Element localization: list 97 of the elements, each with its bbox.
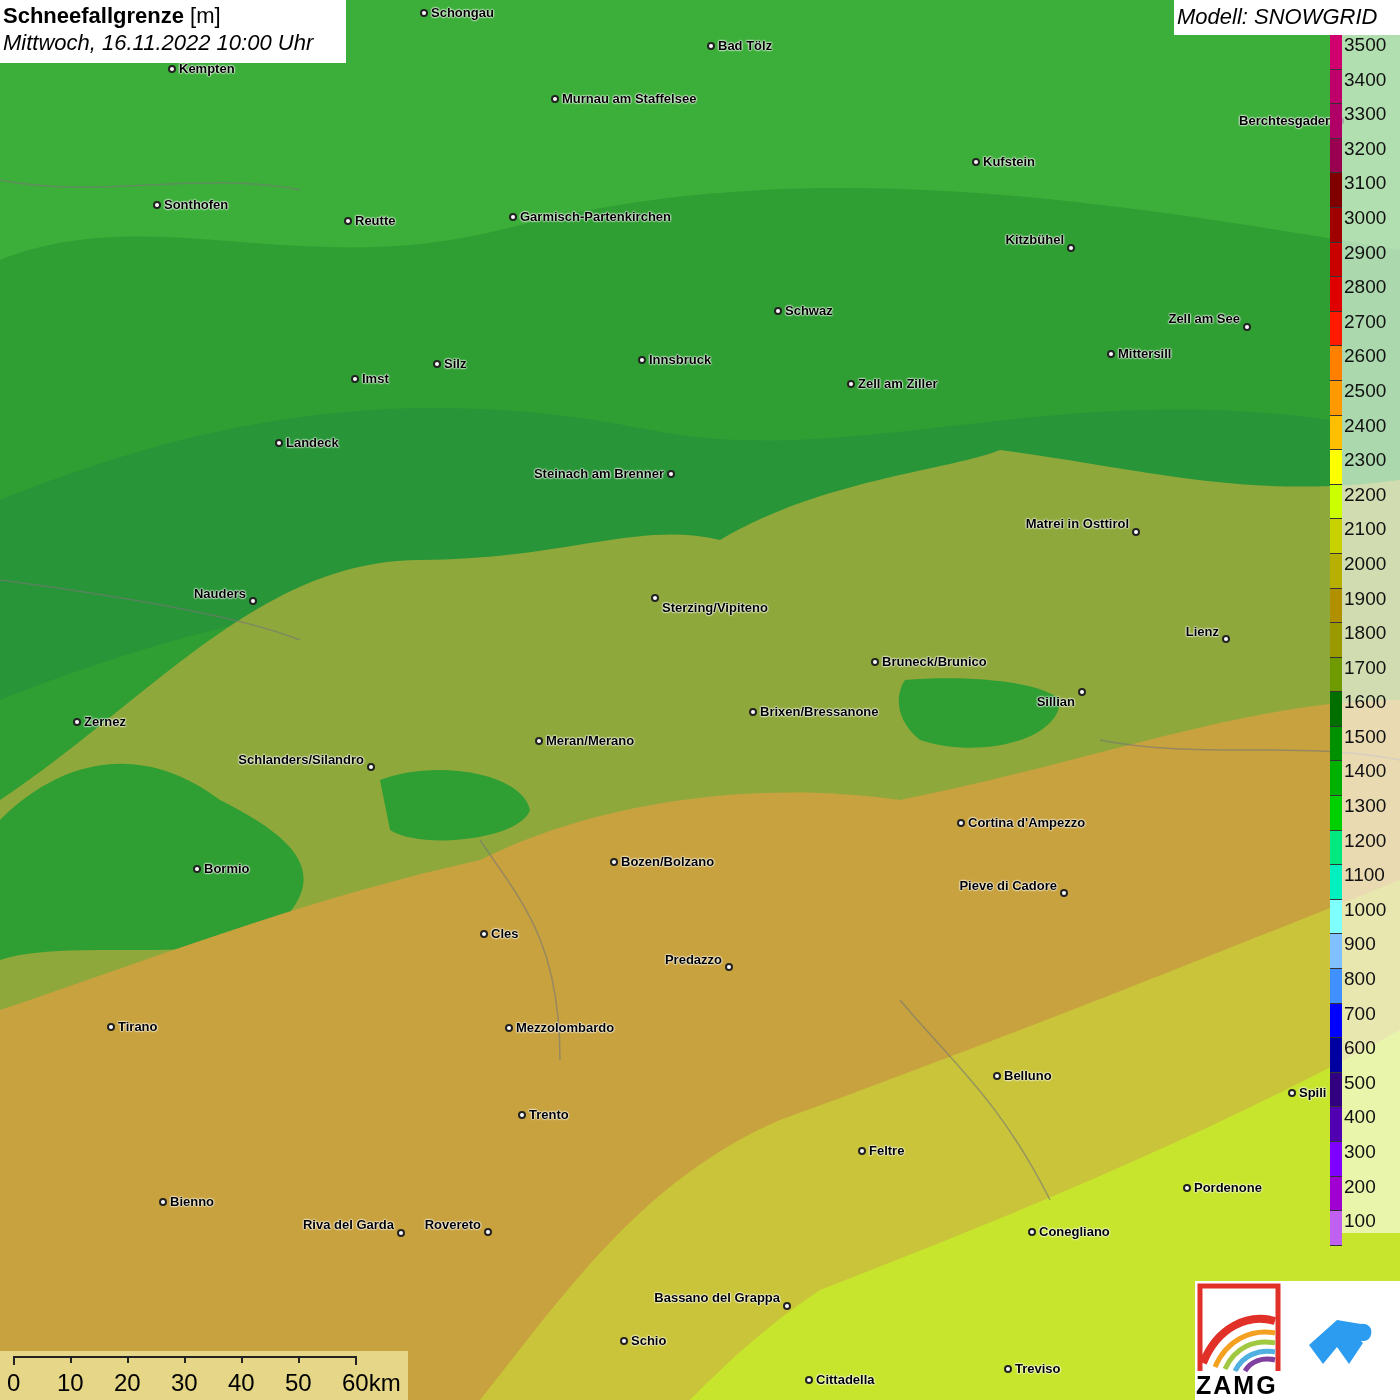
city-label: Garmisch-Partenkirchen xyxy=(520,209,671,224)
legend-label: 900 xyxy=(1344,934,1376,955)
city-label: Bruneck/Brunico xyxy=(882,654,987,669)
logo-text: ZAMG xyxy=(1196,1372,1278,1399)
city-label: Trento xyxy=(529,1107,569,1122)
city-label: Conegliano xyxy=(1039,1224,1110,1239)
city-label: Kufstein xyxy=(983,154,1035,169)
city-label: Riva del Garda xyxy=(302,1217,394,1232)
city-label: Feltre xyxy=(869,1143,905,1158)
legend-label: 3400 xyxy=(1344,69,1387,90)
city-label: Landeck xyxy=(286,435,339,450)
city-label: Cortina d'Ampezzo xyxy=(968,815,1086,830)
legend-label: 2600 xyxy=(1344,346,1387,367)
legend-label: 3300 xyxy=(1344,104,1387,125)
city-label: Lienz xyxy=(1185,624,1219,639)
city-label: Bienno xyxy=(170,1194,215,1209)
map-date: Mittwoch, 16.11.2022 10:00 Uhr xyxy=(3,29,314,57)
legend-label: 700 xyxy=(1344,1003,1376,1024)
city-label: Silz xyxy=(444,356,467,371)
legend-label: 500 xyxy=(1344,1072,1376,1093)
legend-label: 2500 xyxy=(1344,380,1387,401)
city-label: Cittadella xyxy=(816,1372,875,1387)
city-label: Berchtesgaden xyxy=(1239,113,1333,128)
city-label: Meran/Merano xyxy=(546,733,635,748)
legend-label: 2200 xyxy=(1344,484,1387,505)
scale-label: 20 xyxy=(114,1369,141,1397)
legend-label: 300 xyxy=(1344,1142,1376,1162)
legend-label: 2100 xyxy=(1344,519,1387,540)
scale-label: 40 xyxy=(228,1369,255,1397)
city-label: Nauders xyxy=(193,586,246,601)
city-label: Pieve di Cadore xyxy=(959,878,1057,893)
scale-label: 0 xyxy=(7,1369,21,1397)
city-label: Imst xyxy=(362,371,389,386)
scale-label: 30 xyxy=(171,1369,198,1397)
map-title: Schneefallgrenze [m] xyxy=(3,3,221,29)
legend-label: 1100 xyxy=(1344,865,1385,886)
city-label: Bassano del Grappa xyxy=(654,1290,780,1305)
legend-label: 2400 xyxy=(1344,415,1387,436)
city-label: Mezzolombardo xyxy=(516,1020,615,1035)
city-label: Zell am See xyxy=(1168,311,1240,326)
city-label: Bad Tölz xyxy=(718,38,773,53)
legend-label: 1800 xyxy=(1344,623,1387,644)
scale-label: 10 xyxy=(57,1369,84,1397)
city-label: Spili xyxy=(1299,1085,1327,1100)
city-label: Predazzo xyxy=(664,952,722,967)
city-label: Treviso xyxy=(1015,1361,1061,1376)
legend-label: 1600 xyxy=(1344,692,1387,713)
legend-label: 1000 xyxy=(1344,899,1387,920)
city-label: Murnau am Staffelsee xyxy=(562,91,697,106)
city-label: Innsbruck xyxy=(649,352,712,367)
rainbow-logo-icon xyxy=(1197,1283,1281,1373)
legend-label: 600 xyxy=(1344,1038,1376,1059)
city-label: Kempten xyxy=(179,61,235,76)
legend-label: 2900 xyxy=(1344,242,1387,263)
legend-label: 2000 xyxy=(1344,553,1387,574)
city-label: Kitzbühel xyxy=(1005,232,1064,247)
scale-bar-icon xyxy=(13,1356,357,1366)
legend-label: 3500 xyxy=(1344,35,1387,55)
legend-label: 100 xyxy=(1344,1211,1376,1232)
city-label: Reutte xyxy=(355,213,396,228)
scale-label: 50 xyxy=(285,1369,312,1397)
legend-label: 1300 xyxy=(1344,796,1387,817)
city-label: Belluno xyxy=(1004,1068,1052,1083)
city-label: Steinach am Brenner xyxy=(533,466,664,481)
city-label: Mittersill xyxy=(1118,346,1172,361)
city-label: Matrei in Osttirol xyxy=(1025,516,1129,531)
legend-label: 1400 xyxy=(1344,761,1387,782)
city-label: Sterzing/Vipiteno xyxy=(662,600,768,615)
city-label: Cles xyxy=(491,926,519,941)
city-label: Rovereto xyxy=(424,1217,481,1232)
city-label: Zernez xyxy=(84,714,126,729)
city-label: Schio xyxy=(631,1333,667,1348)
city-label: Zell am Ziller xyxy=(858,376,938,391)
city-label: Schwaz xyxy=(785,303,833,318)
legend-label: 3100 xyxy=(1344,173,1387,194)
legend-label: 2300 xyxy=(1344,450,1387,471)
legend-label: 2800 xyxy=(1344,277,1387,298)
scale-label: 60km xyxy=(342,1369,401,1397)
city-label: Tirano xyxy=(118,1019,158,1034)
legend-label: 200 xyxy=(1344,1176,1376,1197)
city-label: Schongau xyxy=(431,5,494,20)
legend-label: 400 xyxy=(1344,1107,1376,1128)
legend-label: 3200 xyxy=(1344,138,1387,159)
legend-label: 1500 xyxy=(1344,726,1387,747)
legend-label: 1700 xyxy=(1344,657,1387,678)
legend-label: 800 xyxy=(1344,969,1376,990)
legend-label: 1200 xyxy=(1344,830,1387,851)
city-label: Bormio xyxy=(204,861,250,876)
legend-label: 3000 xyxy=(1344,207,1387,228)
legend-label: 1900 xyxy=(1344,588,1387,609)
city-label: Brixen/Bressanone xyxy=(760,704,879,719)
legend-label: 2700 xyxy=(1344,311,1387,332)
city-label: Bozen/Bolzano xyxy=(621,854,715,869)
city-label: Schlanders/Silandro xyxy=(238,752,364,767)
model-label: Modell: SNOWGRID xyxy=(1174,0,1400,35)
city-label: Sonthofen xyxy=(164,197,229,212)
city-label: Pordenone xyxy=(1194,1180,1262,1195)
